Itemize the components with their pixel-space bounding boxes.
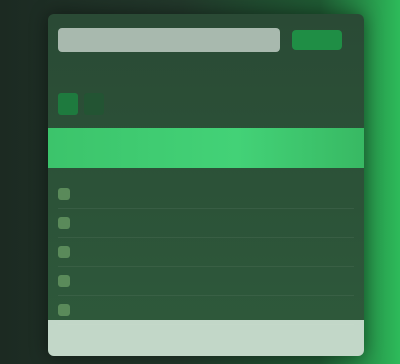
tab-second[interactable] xyxy=(84,93,104,115)
item-icon xyxy=(58,304,70,316)
app-window xyxy=(48,14,364,356)
tab-first[interactable] xyxy=(58,93,78,115)
selected-row[interactable] xyxy=(48,128,364,168)
tab-bar xyxy=(54,86,358,122)
item-icon xyxy=(58,246,70,258)
list-item[interactable] xyxy=(58,209,354,238)
item-icon xyxy=(58,217,70,229)
list-item[interactable] xyxy=(58,180,354,209)
item-icon xyxy=(58,188,70,200)
header-action-button[interactable] xyxy=(292,30,342,50)
list-item[interactable] xyxy=(58,267,354,296)
list-item[interactable] xyxy=(58,238,354,267)
item-icon xyxy=(58,275,70,287)
item-list xyxy=(58,180,354,325)
footer-bar[interactable] xyxy=(48,320,364,356)
title-field[interactable] xyxy=(58,28,280,52)
